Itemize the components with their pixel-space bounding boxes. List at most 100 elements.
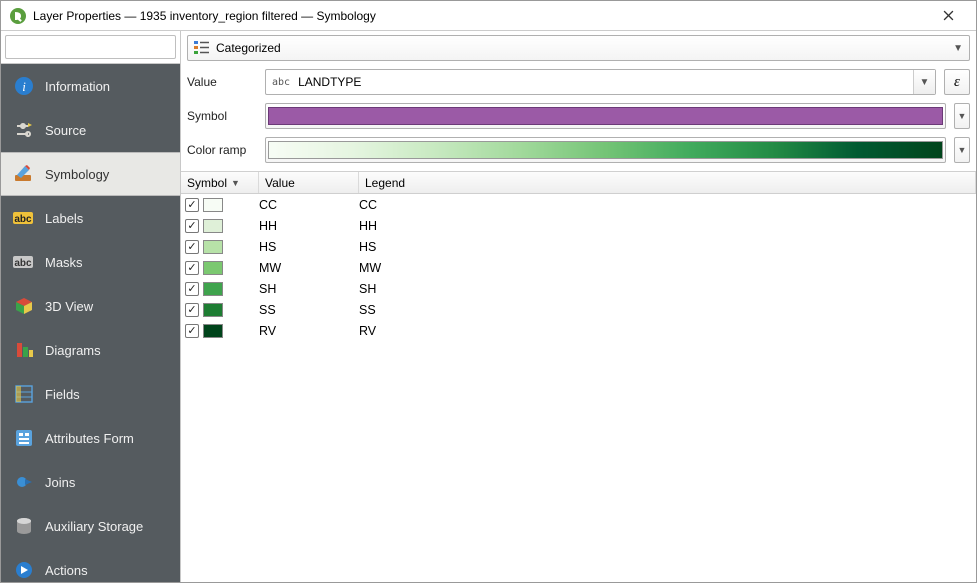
sidebar-item-label: Joins [45, 475, 75, 490]
value-field-dropdown-button[interactable]: ▼ [913, 70, 935, 94]
sidebar-item-label: Diagrams [45, 343, 101, 358]
svg-text:abc: abc [14, 214, 32, 225]
category-legend: RV [359, 324, 376, 338]
categories-body: ✓CCCC✓HHHH✓HSHS✓MWMW✓SHSH✓SSSS✓RVRV [181, 194, 976, 341]
categories-header: Symbol ▼ Value Legend [181, 172, 976, 194]
field-type-icon: abc [266, 77, 294, 88]
symbol-label: Symbol [187, 109, 257, 123]
category-legend: SS [359, 303, 376, 317]
symbol-menu-button[interactable]: ▼ [954, 103, 970, 129]
sidebar-icon [13, 339, 35, 361]
filter-input[interactable] [5, 35, 176, 59]
sidebar-item-label: Auxiliary Storage [45, 519, 143, 534]
renderer-type-label: Categorized [216, 41, 281, 55]
symbology-panel: Categorized ▼ Value abc LANDTYPE ▼ ε Sym… [181, 31, 976, 582]
category-swatch[interactable] [203, 282, 223, 296]
category-row[interactable]: ✓ HHHH [181, 215, 976, 236]
expression-button[interactable]: ε [944, 69, 970, 95]
close-button[interactable] [928, 2, 968, 30]
sidebar-item-source[interactable]: Source [1, 108, 180, 152]
sort-desc-icon: ▼ [231, 178, 240, 188]
category-value: MW [259, 261, 359, 275]
color-ramp-label: Color ramp [187, 143, 257, 157]
renderer-type-dropdown[interactable]: Categorized ▼ [187, 35, 970, 61]
category-legend: HS [359, 240, 376, 254]
sidebar-item-auxiliary-storage[interactable]: Auxiliary Storage [1, 504, 180, 548]
category-value: CC [259, 198, 359, 212]
color-ramp-button[interactable] [265, 137, 946, 163]
sidebar-nav: iInformation Source Symbology abc Labels abc M… [1, 64, 180, 582]
category-checkbox[interactable]: ✓ [185, 261, 199, 275]
svg-text:abc: abc [14, 258, 32, 269]
sidebar-item-3d-view[interactable]: 3D View [1, 284, 180, 328]
sidebar-item-label: Symbology [45, 167, 109, 182]
sidebar-icon [13, 119, 35, 141]
category-value: SH [259, 282, 359, 296]
value-field-select[interactable]: abc LANDTYPE ▼ [265, 69, 936, 95]
sidebar-item-symbology[interactable]: Symbology [1, 152, 180, 196]
category-swatch[interactable] [203, 219, 223, 233]
categories-table: Symbol ▼ Value Legend ✓CCCC✓HHHH✓HSHS✓MW… [181, 171, 976, 582]
sidebar-item-fields[interactable]: Fields [1, 372, 180, 416]
sidebar-icon [13, 559, 35, 581]
category-row[interactable]: ✓ RVRV [181, 320, 976, 341]
symbol-button[interactable] [265, 103, 946, 129]
category-row[interactable]: ✓HSHS [181, 236, 976, 257]
sidebar-icon [13, 295, 35, 317]
category-legend: MW [359, 261, 381, 275]
category-swatch[interactable] [203, 324, 223, 338]
category-legend: HH [359, 219, 377, 233]
sidebar-icon [13, 163, 35, 185]
sidebar-item-attributes-form[interactable]: Attributes Form [1, 416, 180, 460]
header-value[interactable]: Value [259, 172, 359, 193]
category-value: HH [259, 219, 359, 233]
category-value: RV [259, 324, 359, 338]
category-swatch[interactable] [203, 198, 223, 212]
sidebar-item-label: Attributes Form [45, 431, 134, 446]
categorized-icon [194, 40, 210, 57]
sidebar-icon [13, 427, 35, 449]
sidebar-item-labels[interactable]: abc Labels [1, 196, 180, 240]
qgis-app-icon [9, 7, 27, 25]
value-field-text: LANDTYPE [294, 75, 913, 89]
symbol-swatch [268, 107, 943, 125]
titlebar: Layer Properties — 1935 inventory_region… [1, 1, 976, 31]
sidebar-item-label: Labels [45, 211, 83, 226]
sidebar-item-information[interactable]: iInformation [1, 64, 180, 108]
sidebar-icon [13, 471, 35, 493]
category-checkbox[interactable]: ✓ [185, 198, 199, 212]
category-row[interactable]: ✓SSSS [181, 299, 976, 320]
header-symbol[interactable]: Symbol ▼ [181, 172, 259, 193]
category-swatch[interactable] [203, 261, 223, 275]
svg-text:i: i [22, 79, 26, 94]
category-row[interactable]: ✓SHSH [181, 278, 976, 299]
sidebar-icon [13, 515, 35, 537]
color-ramp-gradient [268, 141, 943, 159]
category-row[interactable]: ✓ MWMW [181, 257, 976, 278]
sidebar-item-label: Fields [45, 387, 80, 402]
category-row[interactable]: ✓ CCCC [181, 194, 976, 215]
sidebar-item-label: Actions [45, 563, 88, 578]
sidebar-icon: abc [13, 251, 35, 273]
sidebar-item-label: Source [45, 123, 86, 138]
sidebar-item-joins[interactable]: Joins [1, 460, 180, 504]
category-checkbox[interactable]: ✓ [185, 303, 199, 317]
category-checkbox[interactable]: ✓ [185, 219, 199, 233]
category-checkbox[interactable]: ✓ [185, 240, 199, 254]
header-legend[interactable]: Legend [359, 172, 976, 193]
chevron-down-icon: ▼ [953, 43, 963, 54]
sidebar-item-label: 3D View [45, 299, 93, 314]
sidebar-item-diagrams[interactable]: Diagrams [1, 328, 180, 372]
category-swatch[interactable] [203, 240, 223, 254]
sidebar-item-actions[interactable]: Actions [1, 548, 180, 582]
category-checkbox[interactable]: ✓ [185, 282, 199, 296]
sidebar-icon: i [13, 75, 35, 97]
category-checkbox[interactable]: ✓ [185, 324, 199, 338]
sidebar-icon: abc [13, 207, 35, 229]
sidebar-item-masks[interactable]: abc Masks [1, 240, 180, 284]
color-ramp-menu-button[interactable]: ▼ [954, 137, 970, 163]
category-legend: CC [359, 198, 377, 212]
filter-row [1, 31, 180, 64]
category-swatch[interactable] [203, 303, 223, 317]
sidebar-item-label: Masks [45, 255, 83, 270]
